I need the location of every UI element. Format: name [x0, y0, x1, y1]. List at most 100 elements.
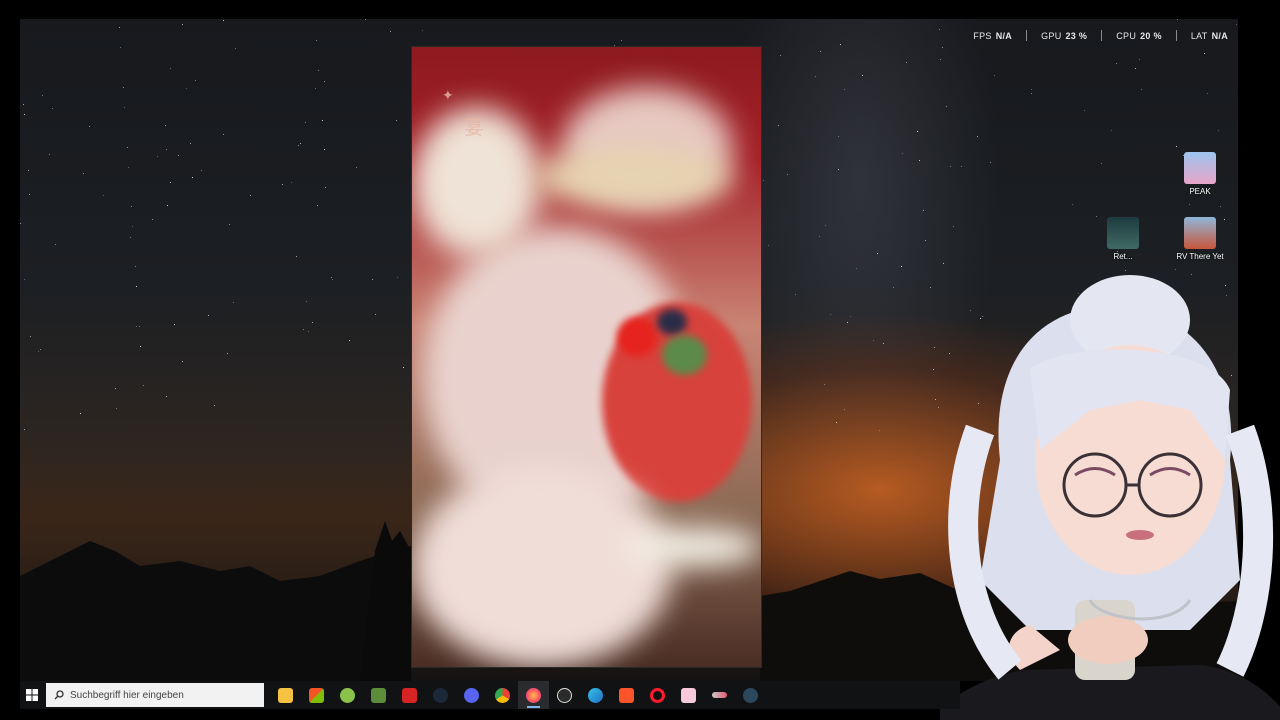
taskbar-launcher[interactable] — [704, 681, 735, 709]
star — [282, 184, 283, 185]
star — [873, 340, 874, 341]
launcher-icon — [712, 692, 727, 698]
star — [186, 88, 187, 89]
star — [977, 136, 978, 137]
taskbar-opera[interactable] — [642, 681, 673, 709]
star — [192, 177, 193, 178]
star — [182, 361, 183, 362]
star — [24, 429, 25, 430]
star — [235, 48, 236, 49]
star — [208, 315, 209, 316]
heart-app-icon — [681, 687, 696, 703]
news-icon — [402, 687, 417, 703]
star — [174, 324, 175, 325]
overlay-divider — [1175, 30, 1177, 41]
taskbar-search-box[interactable]: Suchbegriff hier eingeben — [46, 683, 264, 707]
star — [893, 287, 894, 288]
star — [847, 322, 848, 323]
star — [157, 156, 158, 157]
star — [20, 223, 21, 224]
taskbar-edge-alt[interactable] — [580, 681, 611, 709]
star — [170, 68, 171, 69]
star — [40, 349, 41, 350]
star — [190, 143, 191, 144]
star — [883, 343, 884, 344]
star — [136, 326, 137, 327]
star — [1218, 130, 1219, 131]
star — [195, 80, 196, 81]
star — [1031, 89, 1032, 90]
latency-readout: LAT N/A — [1191, 31, 1228, 41]
star — [390, 31, 391, 32]
discord-icon — [464, 687, 479, 703]
taskbar-pink-app[interactable] — [673, 681, 704, 709]
star — [940, 59, 941, 60]
star — [763, 180, 764, 181]
star — [318, 70, 319, 71]
star — [830, 314, 831, 315]
taskbar-brave[interactable] — [611, 681, 642, 709]
taskbar-chrome[interactable] — [487, 681, 518, 709]
star — [1204, 53, 1205, 54]
star — [128, 167, 129, 168]
desktop-shortcut-peak[interactable]: PEAK — [1170, 152, 1230, 196]
star — [250, 195, 251, 196]
star — [795, 294, 796, 295]
star — [1220, 206, 1221, 207]
star — [1111, 130, 1112, 131]
star — [935, 399, 936, 400]
taskbar-obs[interactable] — [549, 681, 580, 709]
taskbar-microsoft-store[interactable] — [301, 681, 332, 709]
star — [214, 405, 215, 406]
star — [23, 104, 24, 105]
taskbar: Suchbegriff hier eingeben — [20, 681, 960, 709]
taskbar-minecraft[interactable] — [363, 681, 394, 709]
taskbar-file-explorer[interactable] — [270, 681, 301, 709]
star — [130, 237, 131, 238]
star — [787, 174, 788, 175]
taskbar-news-app[interactable] — [394, 681, 425, 709]
taskbar-android[interactable] — [332, 681, 363, 709]
taskbar-discord[interactable] — [456, 681, 487, 709]
star — [89, 126, 90, 127]
android-icon — [340, 687, 355, 703]
gpu-value: 23 % — [1065, 30, 1088, 41]
blurred-tray — [532, 147, 732, 207]
star — [127, 147, 128, 148]
star — [131, 206, 132, 207]
star — [844, 89, 845, 90]
star — [136, 286, 137, 287]
star — [49, 154, 50, 155]
taskbar-steam-2[interactable] — [735, 681, 766, 709]
star — [315, 88, 316, 89]
star — [24, 279, 25, 280]
fps-label: FPS — [973, 30, 992, 41]
star — [178, 155, 179, 156]
star — [115, 388, 116, 389]
taskbar-firefox[interactable] — [518, 681, 549, 709]
star — [308, 331, 309, 332]
star — [815, 76, 816, 77]
star — [303, 329, 304, 330]
pinned-apps — [270, 681, 766, 709]
watermark-glyph: 宴 — [464, 117, 484, 139]
star — [300, 143, 301, 144]
star — [901, 266, 902, 267]
star — [83, 173, 84, 174]
cpu-readout: CPU 20 % — [1116, 31, 1162, 41]
cpu-value: 20 % — [1140, 30, 1162, 41]
start-button[interactable] — [20, 681, 44, 709]
star — [902, 153, 903, 154]
taskbar-steam[interactable] — [425, 681, 456, 709]
brave-icon — [619, 687, 634, 703]
star — [165, 125, 166, 126]
star — [994, 75, 995, 76]
cpu-label: CPU — [1116, 30, 1137, 41]
fps-value: N/A — [995, 30, 1013, 41]
star — [824, 384, 825, 385]
video-player-window[interactable]: 宴 ✦ — [411, 46, 762, 668]
star — [836, 422, 837, 423]
blurred-flower — [412, 467, 672, 667]
star — [182, 24, 183, 25]
star — [1139, 59, 1140, 60]
